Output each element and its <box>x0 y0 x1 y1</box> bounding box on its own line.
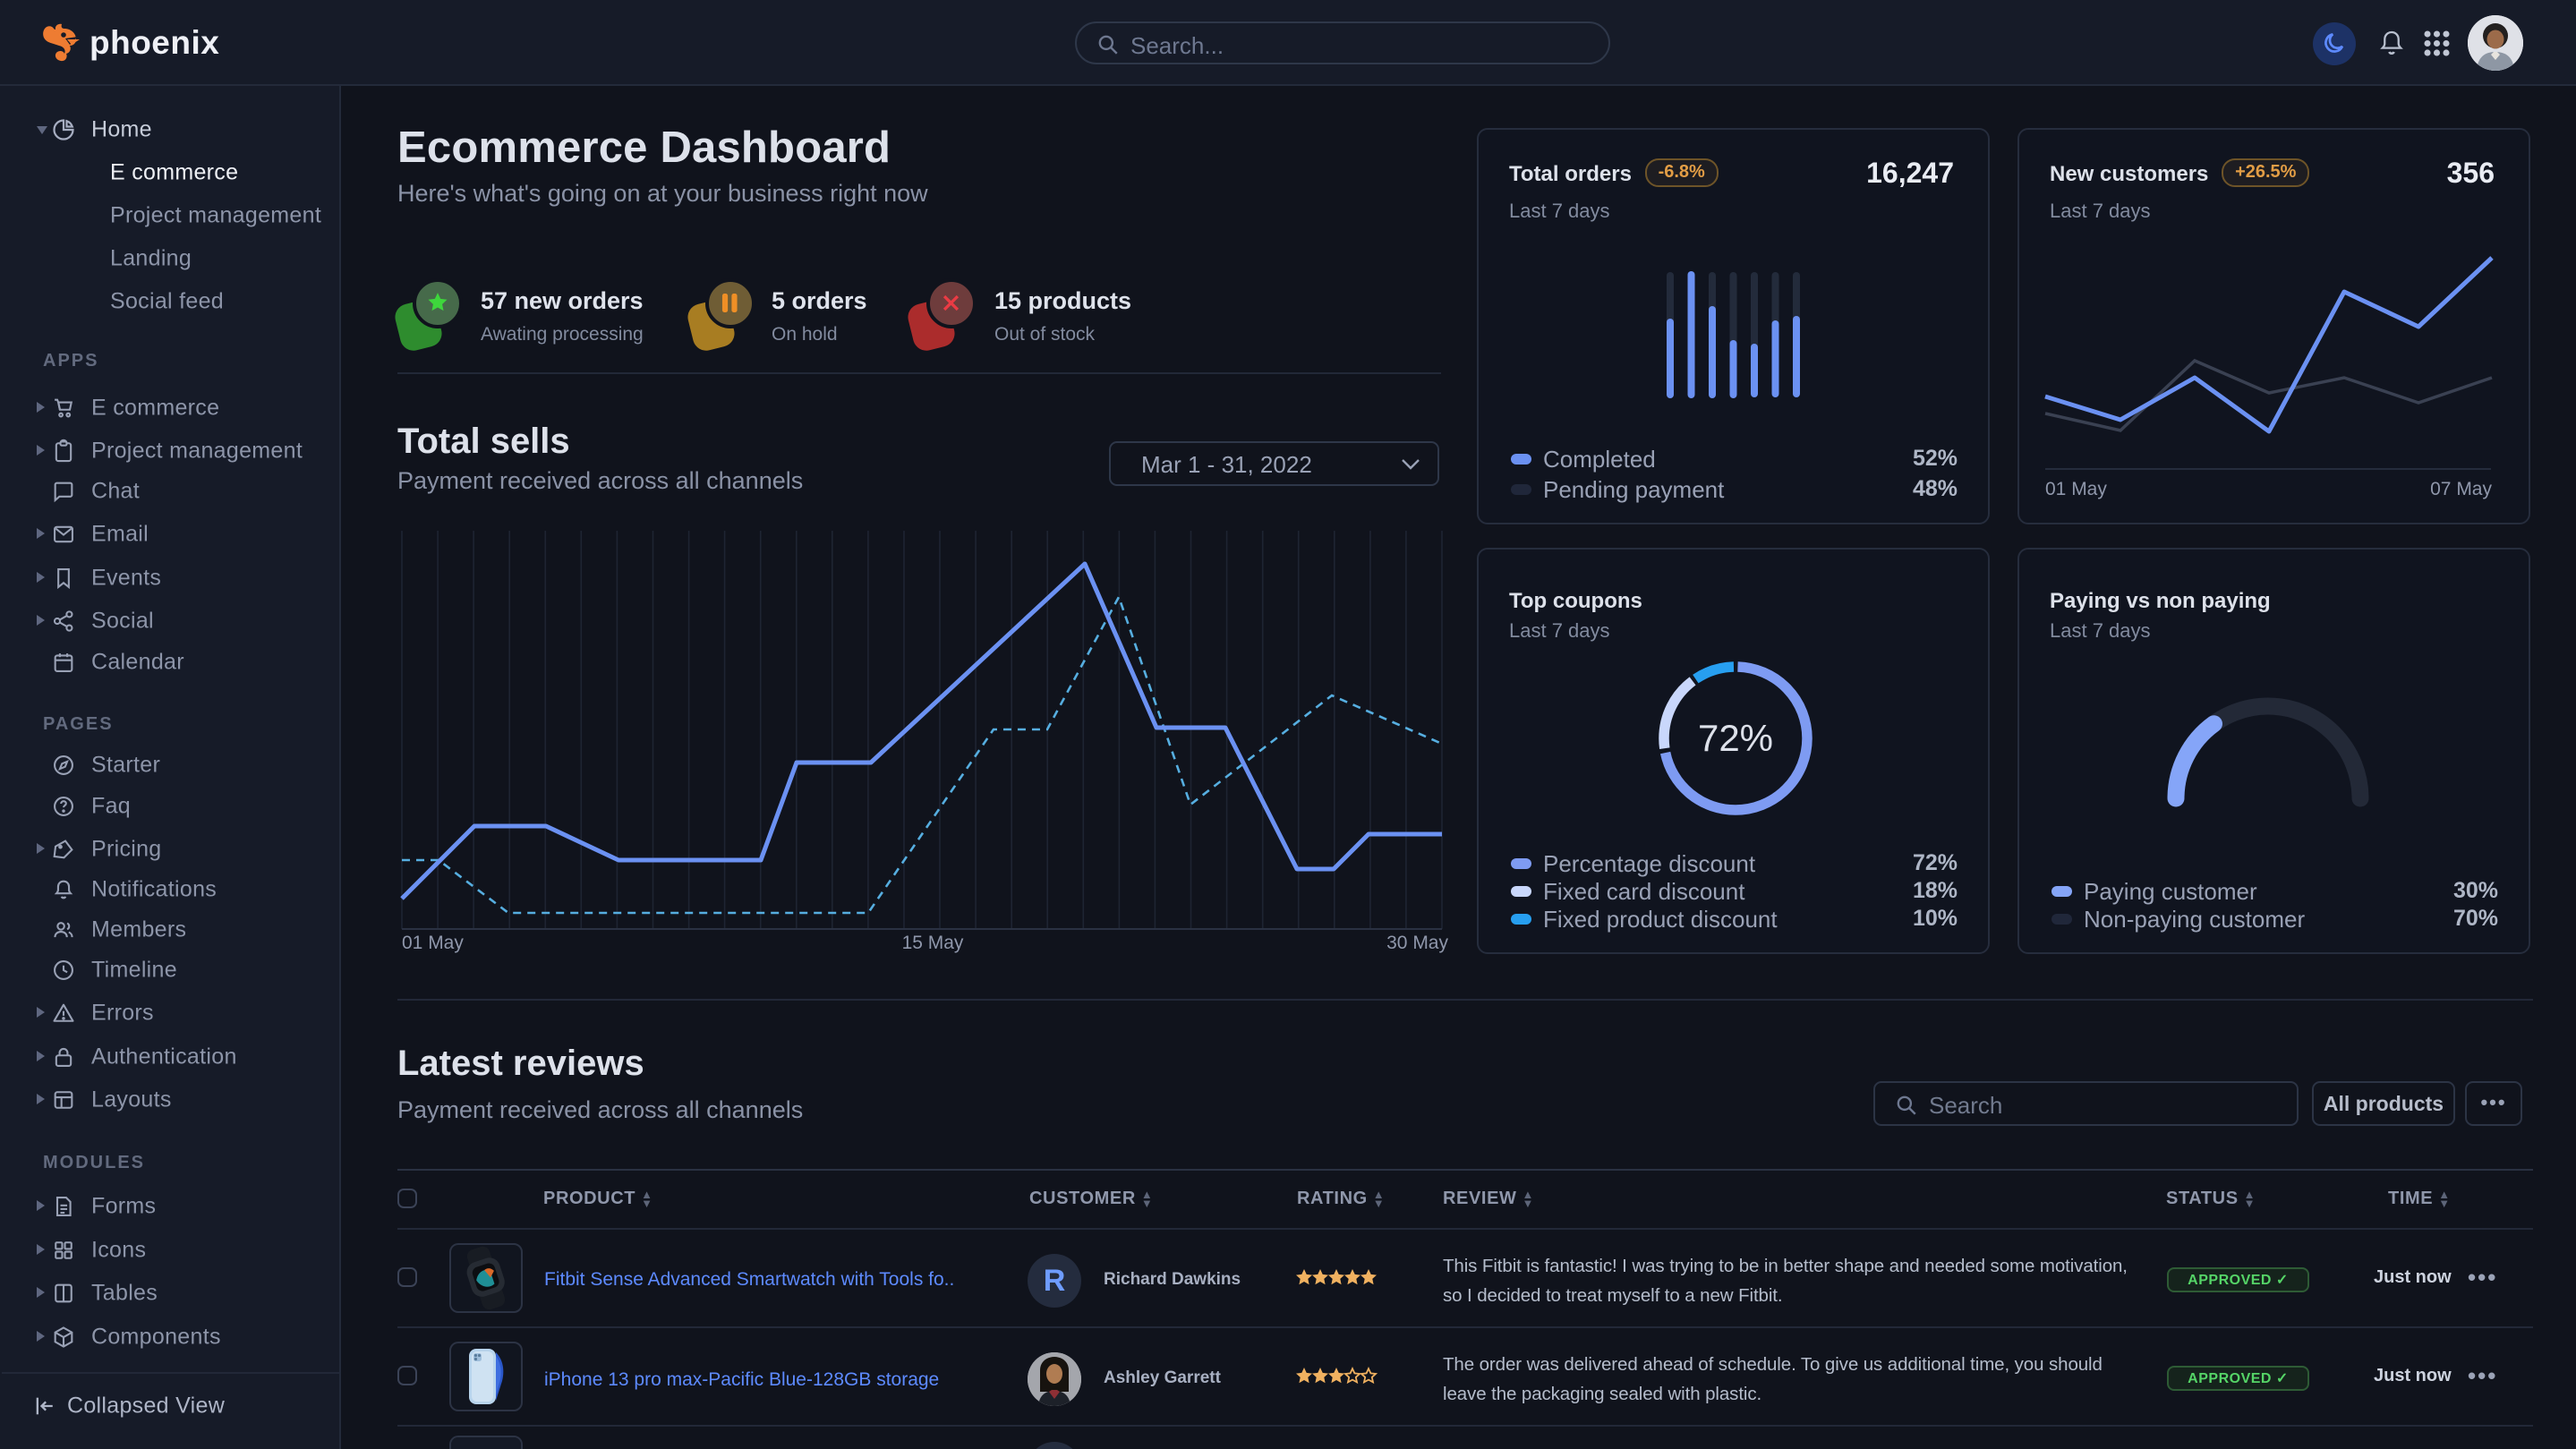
svg-text:01 May: 01 May <box>402 933 464 953</box>
svg-text:72%: 72% <box>1698 717 1773 759</box>
svg-text:30 May: 30 May <box>1386 933 1448 953</box>
svg-text:15 May: 15 May <box>902 933 964 953</box>
svg-text:01 May: 01 May <box>2045 479 2107 499</box>
svg-text:07 May: 07 May <box>2430 479 2492 499</box>
